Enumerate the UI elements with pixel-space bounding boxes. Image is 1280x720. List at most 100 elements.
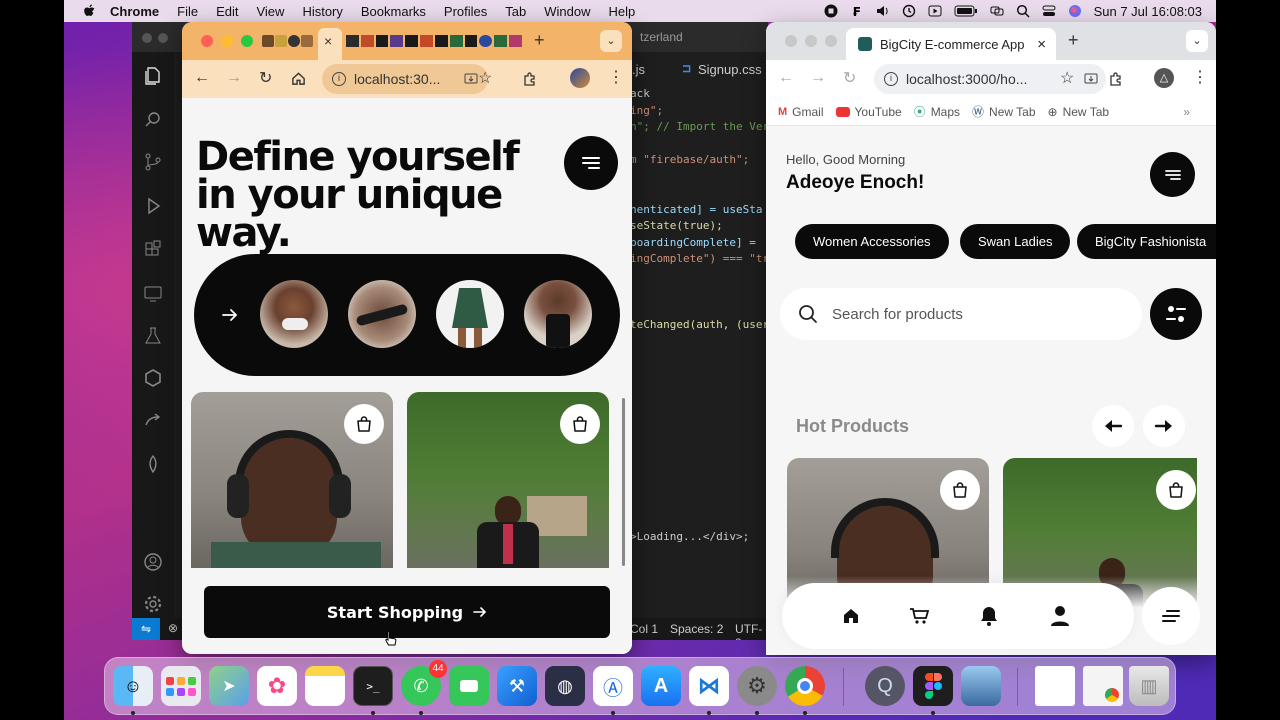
- time-machine-icon[interactable]: [902, 4, 916, 18]
- chrome-icon[interactable]: [785, 666, 825, 706]
- code-editor[interactable]: ack ing"; n"; // Import the Ver m "firebase…: [630, 86, 768, 334]
- account-icon[interactable]: [143, 552, 163, 572]
- menu-file[interactable]: File: [177, 4, 198, 19]
- siri-icon[interactable]: [1068, 4, 1082, 18]
- bookmark-maps[interactable]: ⦿ Maps: [914, 103, 960, 120]
- volume-icon[interactable]: [876, 4, 890, 18]
- status-encoding[interactable]: UTF-8: [735, 622, 768, 640]
- more-bookmarks-chevron-icon[interactable]: »: [1183, 105, 1190, 119]
- notification-bell-icon[interactable]: [979, 605, 999, 627]
- close-tab-icon[interactable]: ×: [1037, 36, 1046, 53]
- screen-mirroring-icon[interactable]: [990, 4, 1004, 18]
- vscode-icon[interactable]: ⋈: [689, 666, 729, 706]
- carousel-next-button[interactable]: [1143, 405, 1185, 447]
- more-menu-button[interactable]: [1142, 587, 1200, 645]
- install-app-icon[interactable]: [1084, 72, 1098, 86]
- new-tab-button[interactable]: +: [534, 30, 545, 51]
- proxyman-icon[interactable]: ◍: [545, 666, 585, 706]
- model-avatar-3[interactable]: [436, 280, 504, 348]
- chrome-menu-kebab-icon[interactable]: ⋮: [608, 67, 624, 87]
- firebase-status-icon[interactable]: ₣: [850, 4, 864, 18]
- figma-icon[interactable]: [913, 666, 953, 706]
- install-app-icon[interactable]: [464, 72, 478, 86]
- add-to-bag-button[interactable]: [940, 470, 980, 510]
- status-cursor-col[interactable]: Col 1: [630, 622, 658, 636]
- arrow-right-icon[interactable]: [222, 308, 238, 322]
- menu-app-name[interactable]: Chrome: [110, 4, 159, 19]
- settings-gear-icon[interactable]: [143, 594, 163, 614]
- forward-arrow-icon[interactable]: →: [810, 69, 826, 87]
- category-chip-swan-ladies[interactable]: Swan Ladies: [960, 224, 1071, 259]
- home-icon[interactable]: [291, 71, 306, 86]
- instruments-icon[interactable]: Ⓐ: [593, 666, 633, 706]
- model-avatar-2[interactable]: [348, 280, 416, 348]
- profile-user-icon[interactable]: [1050, 604, 1070, 628]
- new-tab-button[interactable]: +: [1068, 30, 1079, 51]
- bookmark-new-tab-1[interactable]: Ⓦ New Tab: [972, 103, 1036, 120]
- back-arrow-icon[interactable]: ←: [194, 69, 210, 87]
- document-2-icon[interactable]: [1083, 666, 1123, 706]
- home-icon[interactable]: [842, 607, 860, 625]
- bookmark-star-icon[interactable]: ☆: [1060, 68, 1074, 88]
- control-center-icon[interactable]: [1042, 4, 1056, 18]
- profile-avatar[interactable]: △: [1154, 68, 1174, 88]
- menu-help[interactable]: Help: [609, 4, 636, 19]
- spotlight-search-icon[interactable]: [1016, 4, 1030, 18]
- add-to-bag-button[interactable]: [344, 404, 384, 444]
- category-chip-women-accessories[interactable]: Women Accessories: [795, 224, 949, 259]
- menu-edit[interactable]: Edit: [216, 4, 238, 19]
- xcode-icon[interactable]: ⚒: [497, 666, 537, 706]
- extensions-puzzle-icon[interactable]: [522, 71, 538, 87]
- vscode-minimize-dot[interactable]: [158, 33, 168, 43]
- terminal-icon[interactable]: >_: [353, 666, 393, 706]
- vscode-close-dot[interactable]: [142, 33, 152, 43]
- active-tab-right[interactable]: BigCity E-commerce App ×: [846, 28, 1056, 60]
- bookmark-star-icon[interactable]: ☆: [478, 68, 492, 88]
- system-settings-icon[interactable]: ⚙: [737, 666, 777, 706]
- carousel-prev-button[interactable]: [1092, 405, 1134, 447]
- close-window-button[interactable]: [201, 35, 213, 47]
- app-store-icon[interactable]: A: [641, 666, 681, 706]
- zoom-window-button[interactable]: [825, 35, 837, 47]
- address-bar-left[interactable]: i localhost:30...: [322, 64, 488, 94]
- menu-history[interactable]: History: [302, 4, 342, 19]
- quicktime-icon[interactable]: Q: [865, 666, 905, 706]
- explorer-icon[interactable]: [143, 66, 163, 86]
- whatsapp-icon[interactable]: ✆ 44: [401, 660, 447, 706]
- preview-icon[interactable]: [961, 666, 1001, 706]
- product-card-2[interactable]: [407, 392, 609, 568]
- tab-favicons-group-2[interactable]: [346, 35, 522, 47]
- run-debug-icon[interactable]: [143, 196, 163, 216]
- menu-profiles[interactable]: Profiles: [444, 4, 487, 19]
- testing-icon[interactable]: [143, 326, 163, 346]
- tab-search-chevron-icon[interactable]: ⌄: [600, 30, 622, 52]
- search-icon[interactable]: [143, 110, 163, 130]
- search-bar[interactable]: Search for products: [780, 288, 1142, 340]
- live-share-icon[interactable]: [143, 410, 163, 430]
- back-arrow-icon[interactable]: ←: [778, 69, 794, 87]
- profile-avatar[interactable]: [570, 68, 590, 88]
- search-input[interactable]: Search for products: [832, 306, 963, 323]
- gitlens-icon[interactable]: [143, 368, 163, 388]
- start-shopping-button[interactable]: Start Shopping: [204, 586, 610, 638]
- bookmark-youtube[interactable]: YouTube: [835, 105, 902, 119]
- launchpad-icon[interactable]: [161, 666, 201, 706]
- media-play-icon[interactable]: [928, 4, 942, 18]
- status-indentation[interactable]: Spaces: 2: [670, 622, 723, 636]
- site-info-icon[interactable]: i: [884, 72, 898, 86]
- record-stop-icon[interactable]: [824, 4, 838, 18]
- maps-icon[interactable]: ➤: [209, 666, 249, 706]
- mongodb-leaf-icon[interactable]: [143, 454, 163, 474]
- tab-search-chevron-icon[interactable]: ⌄: [1186, 30, 1208, 52]
- minimize-window-button[interactable]: [221, 35, 233, 47]
- close-window-button[interactable]: [785, 35, 797, 47]
- menu-button[interactable]: [564, 136, 618, 190]
- category-chip-bigcity-fashionista[interactable]: BigCity Fashionista: [1077, 224, 1216, 259]
- zoom-window-button[interactable]: [241, 35, 253, 47]
- forward-arrow-icon[interactable]: →: [226, 69, 242, 87]
- model-avatar-4[interactable]: [524, 280, 592, 348]
- menu-bookmarks[interactable]: Bookmarks: [361, 4, 426, 19]
- tab-favicons-group-1[interactable]: [262, 31, 316, 51]
- facetime-icon[interactable]: [449, 666, 489, 706]
- battery-icon[interactable]: [954, 4, 978, 18]
